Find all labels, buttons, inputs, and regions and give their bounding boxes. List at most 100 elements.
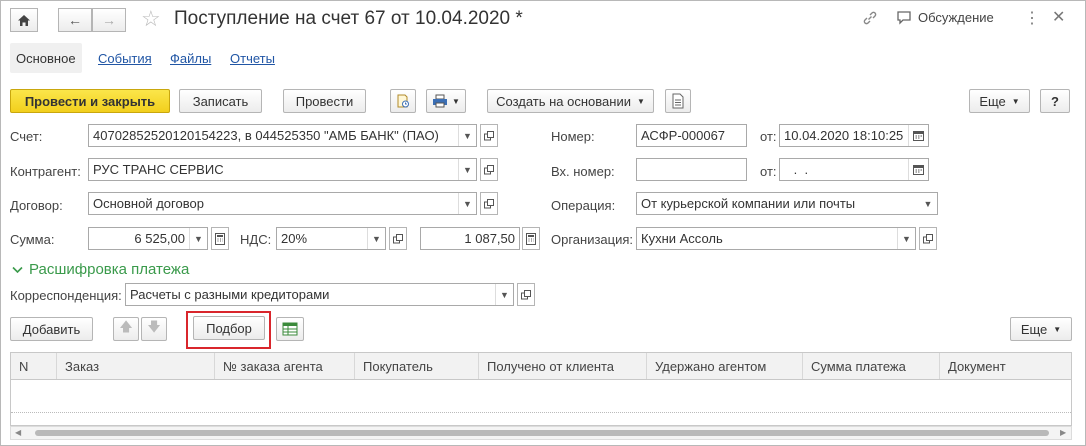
chevron-down-icon[interactable]: ▼ — [458, 159, 476, 180]
arrow-left-icon: ← — [68, 12, 82, 28]
chevron-down-icon[interactable]: ▼ — [189, 228, 207, 249]
chevron-down-icon[interactable]: ▼ — [458, 193, 476, 214]
column-header-document[interactable]: Документ — [940, 353, 1071, 379]
incoming-date-value: . . — [790, 162, 809, 177]
open-icon — [521, 289, 531, 299]
chevron-down-icon[interactable]: ▼ — [458, 125, 476, 146]
open-icon — [484, 164, 494, 174]
counterparty-open-button[interactable] — [480, 158, 498, 181]
payment-section-toggle[interactable]: Расшифровка платежа — [12, 261, 189, 278]
link-icon[interactable] — [862, 10, 878, 29]
contract-label: Договор: — [10, 198, 63, 213]
contract-field[interactable]: Основной договор ▼ — [88, 192, 477, 215]
organization-value: Кухни Ассоль — [641, 231, 723, 246]
home-icon — [18, 14, 30, 26]
vat-amount-value: 1 087,50 — [464, 231, 515, 246]
contract-open-button[interactable] — [480, 192, 498, 215]
amount-calculator-button[interactable] — [211, 227, 229, 250]
scrollbar-thumb[interactable] — [35, 430, 1049, 436]
chevron-down-icon: ▼ — [452, 96, 460, 106]
operation-field[interactable]: От курьерской компании или почты ▼ — [636, 192, 938, 215]
organization-open-button[interactable] — [919, 227, 937, 250]
calculator-icon — [526, 232, 536, 245]
incoming-date-field[interactable]: . . — [779, 158, 929, 181]
save-button[interactable]: Записать — [179, 89, 262, 113]
column-header-order[interactable]: Заказ — [57, 353, 215, 379]
counterparty-label: Контрагент: — [10, 164, 81, 179]
arrow-up-icon: 🡅 — [119, 319, 133, 334]
more-menu-icon[interactable]: ⋮ — [1024, 8, 1040, 28]
correspondence-open-button[interactable] — [517, 283, 535, 306]
payment-section-title: Расшифровка платежа — [29, 261, 190, 278]
number-field[interactable]: АСФР-000067 — [636, 124, 747, 147]
vat-amount-calculator-button[interactable] — [522, 227, 540, 250]
account-open-button[interactable] — [480, 124, 498, 147]
print-button[interactable]: ▼ — [426, 89, 466, 113]
chevron-down-icon[interactable]: ▼ — [919, 193, 937, 214]
chevron-down-icon[interactable]: ▼ — [495, 284, 513, 305]
table-more-button[interactable]: Еще ▼ — [1010, 317, 1072, 341]
table-body[interactable] — [10, 380, 1072, 426]
calendar-icon[interactable] — [908, 125, 928, 146]
counterparty-value: РУС ТРАНС СЕРВИС — [93, 162, 224, 177]
tab-reports[interactable]: Отчеты — [230, 51, 275, 66]
calendar-icon[interactable] — [908, 159, 928, 180]
column-header-agent-order[interactable]: № заказа агента — [215, 353, 355, 379]
close-icon[interactable]: ✕ — [1052, 7, 1065, 27]
add-row-button[interactable]: Добавить — [10, 317, 93, 341]
home-button[interactable] — [10, 8, 38, 32]
help-button[interactable]: ? — [1040, 89, 1070, 113]
table-settings-button[interactable] — [276, 317, 304, 341]
tab-main[interactable]: Основное — [10, 43, 82, 73]
table-header: N Заказ № заказа агента Покупатель Получ… — [10, 352, 1072, 380]
post-and-close-button[interactable]: Провести и закрыть — [10, 89, 170, 113]
date-field[interactable]: 10.04.2020 18:10:25 — [779, 124, 929, 147]
more-button[interactable]: Еще ▼ — [969, 89, 1030, 113]
column-header-received[interactable]: Получено от клиента — [479, 353, 647, 379]
back-button[interactable]: ← — [58, 8, 92, 32]
report-button[interactable] — [665, 89, 691, 113]
vat-rate-field[interactable]: 20% ▼ — [276, 227, 386, 250]
forward-button[interactable]: → — [92, 8, 126, 32]
favorite-star-icon[interactable]: ☆ — [141, 6, 161, 32]
chevron-down-icon — [12, 266, 23, 273]
number-value: АСФР-000067 — [641, 128, 726, 143]
column-header-n[interactable]: N — [11, 353, 57, 379]
vat-rate-open-button[interactable] — [389, 227, 407, 250]
organization-field[interactable]: Кухни Ассоль ▼ — [636, 227, 916, 250]
selection-button[interactable]: Подбор — [193, 316, 265, 340]
account-value: 40702852520120154223, в 044525350 "АМБ Б… — [93, 128, 439, 143]
chevron-down-icon[interactable]: ▼ — [367, 228, 385, 249]
tab-files[interactable]: Файлы — [170, 51, 211, 66]
contract-value: Основной договор — [93, 196, 204, 211]
post-button[interactable]: Провести — [283, 89, 366, 113]
counterparty-field[interactable]: РУС ТРАНС СЕРВИС ▼ — [88, 158, 477, 181]
incoming-number-field[interactable] — [636, 158, 747, 181]
tab-events[interactable]: События — [98, 51, 152, 66]
account-field[interactable]: 40702852520120154223, в 044525350 "АМБ Б… — [88, 124, 477, 147]
correspondence-field[interactable]: Расчеты с разными кредиторами ▼ — [125, 283, 514, 306]
scroll-right-icon[interactable]: ▶ — [1060, 428, 1066, 437]
chevron-down-icon[interactable]: ▼ — [897, 228, 915, 249]
move-up-button[interactable]: 🡅 — [113, 317, 139, 341]
account-label: Счет: — [10, 129, 43, 144]
incoming-number-label: Вх. номер: — [551, 164, 615, 179]
discussion-button[interactable]: Обсуждение — [896, 10, 994, 25]
table-icon — [282, 322, 298, 336]
move-down-button[interactable]: 🡇 — [141, 317, 167, 341]
column-header-buyer[interactable]: Покупатель — [355, 353, 479, 379]
horizontal-scrollbar[interactable]: ◀ ▶ — [10, 426, 1072, 440]
amount-field[interactable]: 6 525,00 ▼ — [88, 227, 208, 250]
chevron-down-icon: ▼ — [636, 96, 645, 106]
create-based-on-button[interactable]: Создать на основании ▼ — [487, 89, 654, 113]
scroll-left-icon[interactable]: ◀ — [15, 428, 21, 437]
date-from-label: от: — [760, 129, 777, 144]
vat-amount-field[interactable]: 1 087,50 — [420, 227, 520, 250]
table-row-divider — [11, 412, 1071, 413]
number-label: Номер: — [551, 129, 595, 144]
operation-value: От курьерской компании или почты — [641, 196, 856, 211]
column-header-payment-amount[interactable]: Сумма платежа — [803, 353, 940, 379]
chat-icon — [897, 11, 911, 25]
attachment-button[interactable] — [390, 89, 416, 113]
column-header-withheld[interactable]: Удержано агентом — [647, 353, 803, 379]
